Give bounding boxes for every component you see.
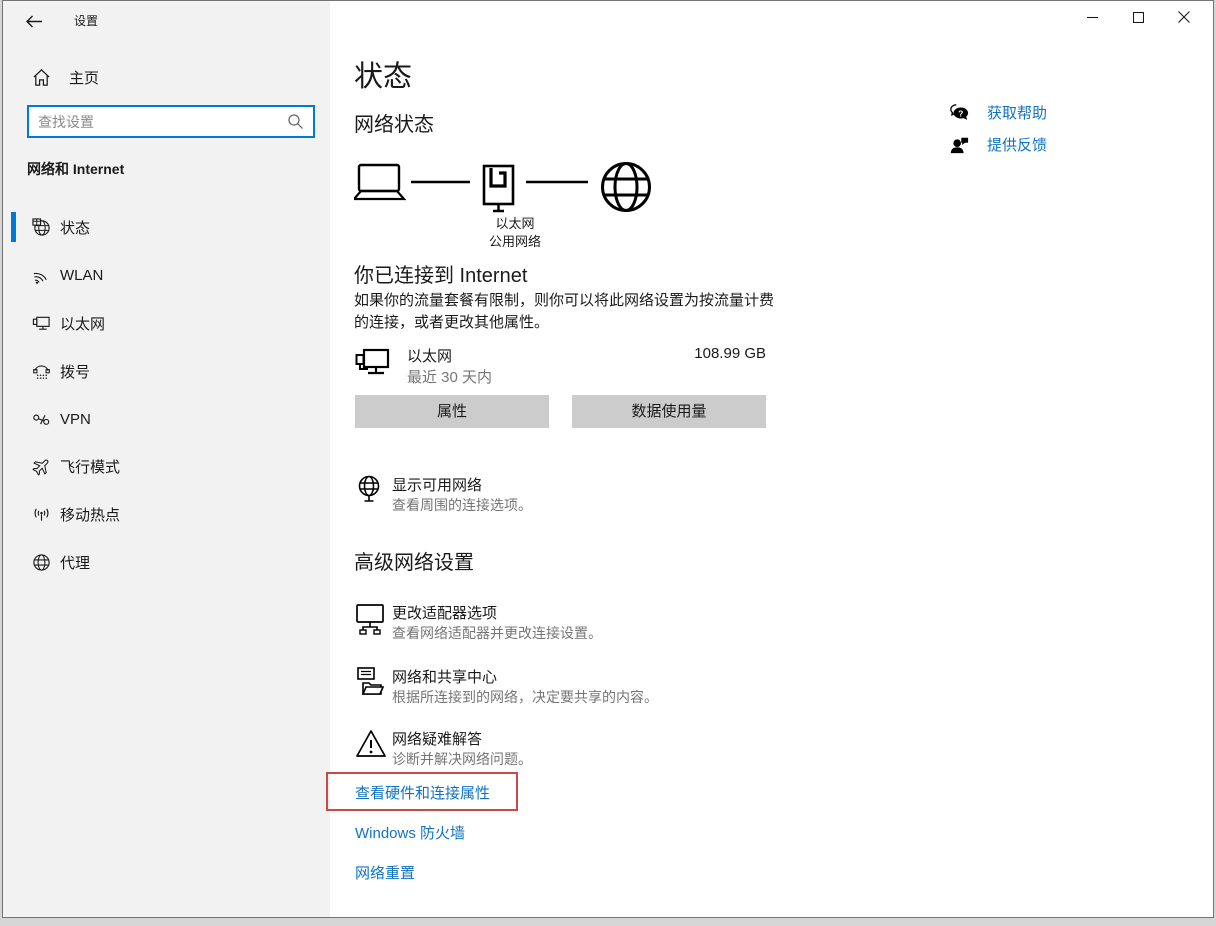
sidebar-item-wlan[interactable]: WLAN bbox=[3, 255, 330, 295]
hotspot-icon bbox=[32, 505, 51, 524]
laptop-icon bbox=[354, 165, 404, 199]
diagram-adapter-label: 以太网 bbox=[440, 215, 590, 233]
windows-firewall-link[interactable]: Windows 防火墙 bbox=[355, 822, 465, 843]
show-networks-title[interactable]: 显示可用网络 bbox=[392, 474, 482, 495]
ethernet-adapter-icon bbox=[355, 347, 391, 381]
network-status-heading: 网络状态 bbox=[354, 108, 434, 137]
usage-period: 最近 30 天内 bbox=[407, 366, 492, 387]
sharing-center-icon[interactable] bbox=[355, 666, 385, 698]
sidebar-item-ethernet[interactable]: 以太网 bbox=[3, 303, 330, 343]
feedback-person-icon bbox=[949, 135, 969, 155]
dialup-phone-icon bbox=[32, 362, 51, 381]
minimize-button[interactable] bbox=[1069, 1, 1115, 33]
titlebar: 设置 bbox=[3, 1, 330, 41]
search-icon[interactable] bbox=[287, 113, 304, 130]
show-networks-subtitle: 查看周围的连接选项。 bbox=[392, 495, 532, 515]
network-diagram bbox=[354, 161, 654, 217]
settings-window: 设置 主页 网络和 Internet 状态 bbox=[2, 0, 1214, 918]
sidebar-item-label: VPN bbox=[60, 411, 91, 428]
sidebar-item-mobile-hotspot[interactable]: 移动热点 bbox=[3, 494, 330, 534]
sidebar-item-label: 移动热点 bbox=[60, 504, 120, 525]
sidebar-item-label: 代理 bbox=[60, 552, 90, 573]
window-title: 设置 bbox=[74, 12, 98, 29]
adapter-name: 以太网 bbox=[407, 345, 452, 366]
vpn-icon bbox=[32, 410, 51, 429]
data-usage-value: 108.99 GB bbox=[566, 345, 766, 362]
diagram-labels: 以太网 公用网络 bbox=[440, 215, 590, 251]
wifi-icon bbox=[32, 266, 51, 285]
change-adapter-subtitle: 查看网络适配器并更改连接设置。 bbox=[392, 623, 602, 643]
back-button[interactable] bbox=[17, 5, 51, 37]
sidebar-item-dialup[interactable]: 拨号 bbox=[3, 351, 330, 391]
troubleshoot-warning-icon[interactable] bbox=[355, 729, 387, 759]
feedback-label: 提供反馈 bbox=[987, 134, 1047, 155]
minimize-icon bbox=[1087, 12, 1098, 23]
maximize-icon bbox=[1133, 12, 1144, 23]
sharing-center-subtitle: 根据所连接到的网络，决定要共享的内容。 bbox=[392, 687, 658, 707]
sidebar-item-label: WLAN bbox=[60, 267, 103, 284]
sidebar-item-proxy[interactable]: 代理 bbox=[3, 542, 330, 582]
status-globe-icon bbox=[32, 218, 51, 237]
properties-button[interactable]: 属性 bbox=[355, 395, 549, 428]
change-adapter-title[interactable]: 更改适配器选项 bbox=[392, 602, 497, 623]
maximize-button[interactable] bbox=[1115, 1, 1161, 33]
sidebar-item-label: 状态 bbox=[60, 217, 90, 238]
sharing-center-title[interactable]: 网络和共享中心 bbox=[392, 666, 497, 687]
change-adapter-icon[interactable] bbox=[355, 603, 385, 635]
available-networks-icon[interactable] bbox=[355, 475, 383, 505]
ethernet-icon bbox=[32, 314, 51, 333]
sidebar-section-label: 网络和 Internet bbox=[27, 159, 124, 179]
search-input[interactable] bbox=[29, 114, 287, 130]
diagram-network-type-label: 公用网络 bbox=[440, 233, 590, 251]
sidebar-item-label: 以太网 bbox=[60, 313, 105, 334]
svg-text:?: ? bbox=[958, 108, 963, 118]
data-usage-button[interactable]: 数据使用量 bbox=[572, 395, 766, 428]
back-arrow-icon bbox=[26, 15, 43, 28]
search-box bbox=[27, 105, 315, 138]
sidebar-item-label: 拨号 bbox=[60, 361, 90, 382]
feedback-row[interactable]: 提供反馈 bbox=[949, 134, 1047, 155]
get-help-label: 获取帮助 bbox=[987, 102, 1047, 123]
get-help-row[interactable]: ? 获取帮助 bbox=[949, 102, 1047, 123]
home-icon bbox=[32, 68, 51, 87]
page-title: 状态 bbox=[354, 53, 412, 95]
main-content: 状态 网络状态 以太网 公用网络 你已连接到 I bbox=[330, 1, 1213, 917]
troubleshoot-subtitle: 诊断并解决网络问题。 bbox=[392, 749, 532, 769]
proxy-globe-icon bbox=[32, 553, 51, 572]
sidebar-item-airplane-mode[interactable]: 飞行模式 bbox=[3, 446, 330, 486]
sidebar-home-label: 主页 bbox=[69, 67, 99, 88]
sidebar-item-status[interactable]: 状态 bbox=[3, 207, 330, 247]
window-controls bbox=[1069, 1, 1207, 33]
network-reset-link[interactable]: 网络重置 bbox=[355, 862, 415, 883]
sidebar: 设置 主页 网络和 Internet 状态 bbox=[3, 1, 330, 917]
close-button[interactable] bbox=[1161, 1, 1207, 33]
sidebar-item-home[interactable]: 主页 bbox=[25, 61, 315, 93]
connection-heading: 你已连接到 Internet bbox=[354, 259, 527, 288]
ethernet-connector-icon bbox=[484, 166, 513, 211]
connection-description: 如果你的流量套餐有限制，则你可以将此网络设置为按流量计费的连接，或者更改其他属性… bbox=[354, 290, 774, 334]
sidebar-item-label: 飞行模式 bbox=[60, 456, 120, 477]
advanced-settings-heading: 高级网络设置 bbox=[354, 546, 474, 575]
internet-globe-icon bbox=[603, 164, 650, 211]
hardware-properties-link[interactable]: 查看硬件和连接属性 bbox=[355, 782, 490, 803]
airplane-icon bbox=[32, 457, 51, 476]
sidebar-item-vpn[interactable]: VPN bbox=[3, 399, 330, 439]
troubleshoot-title[interactable]: 网络疑难解答 bbox=[392, 728, 482, 749]
close-icon bbox=[1178, 11, 1190, 23]
get-help-icon: ? bbox=[949, 103, 969, 123]
